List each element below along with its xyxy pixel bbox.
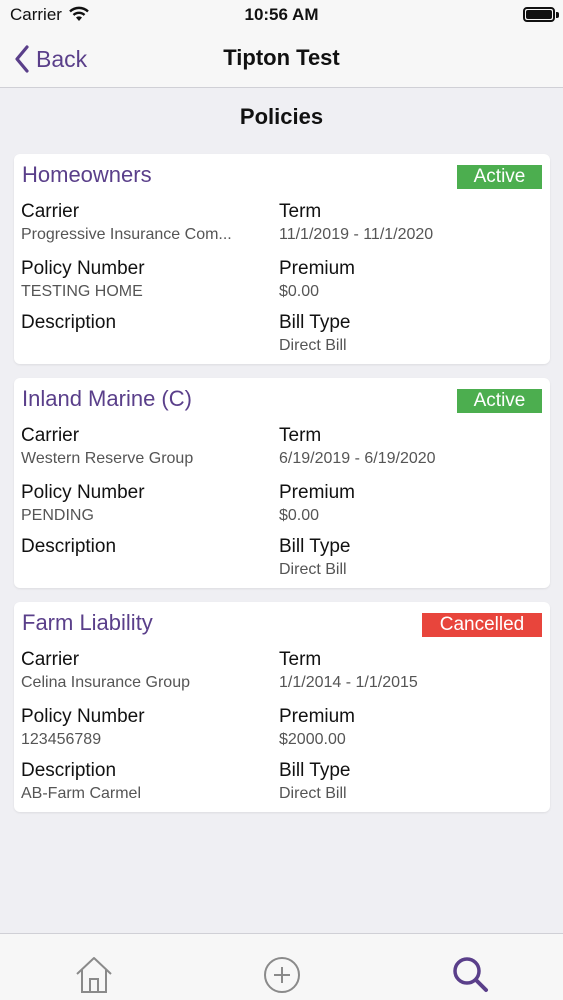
policy-number-label: Policy Number: [21, 258, 145, 279]
premium-label: Premium: [279, 258, 356, 279]
bill-type-label: Bill Type: [279, 760, 351, 781]
premium-label: Premium: [279, 482, 356, 503]
description-field: Description: [21, 536, 271, 559]
bill-type-value: Direct Bill: [279, 337, 347, 354]
premium-value: $0.00: [279, 507, 320, 524]
tab-search[interactable]: [450, 954, 490, 999]
bill-type-value: Direct Bill: [279, 785, 347, 802]
bill-type-label: Bill Type: [279, 312, 351, 333]
battery-nub: [556, 12, 559, 18]
premium-field: Premium $0.00: [279, 482, 529, 527]
premium-label: Premium: [279, 706, 356, 727]
term-label: Term: [279, 649, 322, 670]
carrier-label: Carrier: [21, 425, 80, 446]
term-field: Term 11/1/2019 - 11/1/2020: [279, 201, 529, 246]
carrier-value: Progressive Insurance Com...: [21, 226, 232, 243]
policy-number-field: Policy Number 123456789: [21, 706, 271, 751]
bill-type-label: Bill Type: [279, 536, 351, 557]
description-label: Description: [21, 312, 117, 333]
term-label: Term: [279, 201, 322, 222]
policy-name: Homeowners: [22, 162, 152, 187]
bill-type-field: Bill Type Direct Bill: [279, 760, 529, 805]
carrier-field: Carrier Celina Insurance Group: [21, 649, 271, 694]
description-label: Description: [21, 536, 117, 557]
term-field: Term 1/1/2014 - 1/1/2015: [279, 649, 529, 694]
carrier-field: Carrier Western Reserve Group: [21, 425, 271, 470]
nav-title: Tipton Test: [223, 45, 340, 70]
carrier-value: Celina Insurance Group: [21, 674, 190, 691]
term-field: Term 6/19/2019 - 6/19/2020: [279, 425, 529, 470]
policy-name: Farm Liability: [22, 610, 153, 635]
status-badge: Cancelled: [422, 613, 542, 637]
tab-home[interactable]: [74, 954, 114, 999]
section-title: Policies: [239, 104, 324, 129]
policy-number-field: Policy Number TESTING HOME: [21, 258, 271, 303]
policy-number-value: PENDING: [21, 507, 94, 524]
bill-type-field: Bill Type Direct Bill: [279, 536, 529, 581]
policy-number-field: Policy Number PENDING: [21, 482, 271, 527]
policy-card[interactable]: Farm Liability Cancelled Carrier Celina …: [14, 602, 550, 812]
status-badge: Active: [457, 165, 542, 189]
search-icon: [453, 957, 488, 992]
policy-list: Homeowners Active Carrier Progressive In…: [14, 154, 550, 826]
policy-number-value: 123456789: [21, 731, 102, 748]
bill-type-field: Bill Type Direct Bill: [279, 312, 529, 357]
description-field: Description AB-Farm Carmel: [21, 760, 271, 805]
status-time: 10:56 AM: [244, 5, 319, 24]
policy-number-label: Policy Number: [21, 706, 145, 727]
battery-icon: [523, 7, 555, 22]
tab-bar: [0, 933, 563, 1000]
bill-type-value: Direct Bill: [279, 561, 347, 578]
add-circle-icon: [264, 957, 300, 993]
carrier-field: Carrier Progressive Insurance Com...: [21, 201, 271, 246]
policy-number-value: TESTING HOME: [21, 283, 143, 300]
description-label: Description: [21, 760, 117, 781]
premium-value: $2000.00: [279, 731, 346, 748]
description-value: AB-Farm Carmel: [21, 785, 142, 802]
term-value: 11/1/2019 - 11/1/2020: [279, 226, 434, 243]
term-value: 1/1/2014 - 1/1/2015: [279, 674, 418, 691]
status-bar: Carrier 10:56 AM: [0, 0, 563, 32]
carrier-value: Western Reserve Group: [21, 450, 194, 467]
home-icon: [76, 957, 112, 993]
carrier-label: Carrier: [21, 649, 80, 670]
description-field: Description: [21, 312, 271, 335]
policy-name: Inland Marine (C): [22, 386, 192, 411]
premium-value: $0.00: [279, 283, 320, 300]
term-value: 6/19/2019 - 6/19/2020: [279, 450, 436, 467]
premium-field: Premium $2000.00: [279, 706, 529, 751]
status-badge: Active: [457, 389, 542, 413]
tab-add[interactable]: [262, 954, 302, 999]
navigation-bar: Back Tipton Test: [0, 32, 563, 88]
premium-field: Premium $0.00: [279, 258, 529, 303]
policy-card[interactable]: Inland Marine (C) Active Carrier Western…: [14, 378, 550, 588]
term-label: Term: [279, 425, 322, 446]
carrier-label: Carrier: [21, 201, 80, 222]
policy-card[interactable]: Homeowners Active Carrier Progressive In…: [14, 154, 550, 364]
policy-number-label: Policy Number: [21, 482, 145, 503]
